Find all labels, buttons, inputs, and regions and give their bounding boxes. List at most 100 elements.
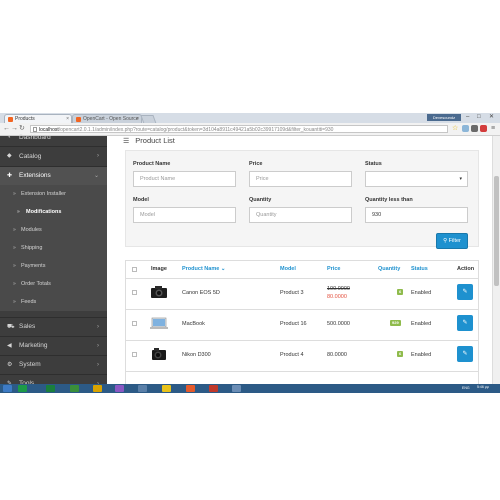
- maximize-icon[interactable]: □: [477, 113, 481, 122]
- filter-button[interactable]: ⚲ Filter: [436, 233, 468, 249]
- sidebar-subitem-label: Modifications: [26, 209, 62, 215]
- language-indicator[interactable]: ENG: [462, 386, 470, 391]
- app-icon[interactable]: [70, 385, 79, 392]
- folder-icon[interactable]: [93, 385, 102, 392]
- price-input[interactable]: Price: [249, 171, 352, 187]
- product-price: 500.0000: [327, 321, 350, 327]
- column-header-label: Product Name: [182, 266, 220, 272]
- quantity-less-input[interactable]: 930: [365, 207, 468, 223]
- screen: Products × OpenCart - Open Source × Deve…: [0, 113, 500, 384]
- sidebar-subitem-label: Shipping: [21, 245, 43, 251]
- app-icon[interactable]: [232, 385, 241, 392]
- sidebar-item-label: Sales: [19, 323, 36, 330]
- edit-button[interactable]: ✎: [457, 346, 473, 362]
- bullet-icon: »: [13, 263, 16, 269]
- column-header-status[interactable]: Status: [411, 261, 428, 278]
- gear-icon: ⚙: [7, 362, 13, 368]
- edit-button[interactable]: ✎: [457, 315, 473, 331]
- sidebar-subitem-extension-installer[interactable]: » Extension Installer: [0, 185, 107, 203]
- sidebar-item-tools[interactable]: ✎ Tools ›: [0, 375, 107, 384]
- edit-button[interactable]: ✎: [457, 284, 473, 300]
- browser-tab-opencart[interactable]: OpenCart - Open Source ×: [72, 114, 142, 123]
- sidebar-item-sales[interactable]: ⛟ Sales ›: [0, 318, 107, 336]
- browser-tab-products[interactable]: Products ×: [4, 114, 72, 123]
- model-input[interactable]: Model: [133, 207, 236, 223]
- select-all-checkbox[interactable]: [132, 267, 137, 272]
- app-icon[interactable]: [115, 385, 124, 392]
- bullet-icon: »: [17, 209, 20, 215]
- star-icon[interactable]: ☆: [452, 124, 458, 134]
- wrench-icon: ✎: [7, 381, 13, 384]
- sidebar-subitem-feeds[interactable]: » Feeds: [0, 293, 107, 311]
- opencart-favicon-icon: [76, 117, 81, 122]
- column-header-quantity[interactable]: Quantity: [378, 261, 400, 278]
- extension-icon[interactable]: [462, 125, 469, 132]
- column-header-image: Image: [151, 266, 167, 272]
- scrollbar-thumb[interactable]: [494, 176, 499, 286]
- price-label: Price: [249, 161, 263, 167]
- panel-heading: ☰ Product List: [123, 136, 175, 145]
- column-header-product-name[interactable]: Product Name ⌄: [182, 261, 225, 278]
- chrome-icon[interactable]: [162, 385, 171, 392]
- sidebar-subitem-modules[interactable]: » Modules: [0, 221, 107, 239]
- row-checkbox[interactable]: [132, 352, 137, 357]
- close-window-icon[interactable]: ✕: [489, 113, 494, 122]
- app-icon[interactable]: [138, 385, 147, 392]
- column-header-model[interactable]: Model: [280, 261, 296, 278]
- bullet-icon: »: [13, 191, 16, 197]
- sidebar-item-extensions[interactable]: ✚ Extensions ⌄: [0, 167, 107, 185]
- close-tab-icon[interactable]: ×: [66, 115, 69, 123]
- sidebar-item-system[interactable]: ⚙ System ›: [0, 356, 107, 374]
- minimize-icon[interactable]: –: [466, 113, 469, 122]
- list-icon: ☰: [123, 138, 130, 145]
- app-icon[interactable]: [186, 385, 195, 392]
- product-name: Nikon D300: [182, 352, 211, 358]
- pencil-icon: ✎: [462, 320, 468, 326]
- extension-icon[interactable]: [471, 125, 478, 132]
- sidebar-subitem-order-totals[interactable]: » Order Totals: [0, 275, 107, 293]
- vertical-scrollbar[interactable]: [492, 136, 500, 384]
- start-icon[interactable]: [3, 385, 12, 392]
- bullet-icon: »: [13, 281, 16, 287]
- app-icon[interactable]: [18, 385, 27, 392]
- chevron-down-icon: ⌄: [93, 173, 99, 179]
- product-price: 100.0000: [327, 286, 350, 292]
- app-icon[interactable]: [46, 385, 55, 392]
- app-icon[interactable]: [209, 385, 218, 392]
- tab-label: OpenCart - Open Source: [83, 116, 139, 122]
- sidebar-item-label: Catalog: [19, 153, 42, 160]
- chevron-right-icon: ›: [97, 381, 99, 384]
- quantity-label: Quantity: [249, 197, 272, 203]
- page-title: Product List: [135, 136, 175, 145]
- sidebar-subitem-label: Payments: [21, 263, 46, 269]
- close-tab-icon[interactable]: ×: [136, 115, 139, 123]
- browser-tab-bar: Products × OpenCart - Open Source × Deve…: [0, 113, 500, 124]
- row-checkbox[interactable]: [132, 290, 137, 295]
- opencart-favicon-icon: [8, 117, 13, 122]
- sidebar-subitem-label: Order Totals: [21, 281, 51, 287]
- product-name: MacBook: [182, 321, 205, 327]
- quantity-less-label: Quantity less than: [365, 197, 413, 203]
- sidebar-item-dashboard[interactable]: ◔ Dashboard: [0, 131, 107, 145]
- sidebar-subitem-modifications[interactable]: » Modifications: [0, 203, 107, 221]
- status-select[interactable]: ▾: [365, 171, 468, 187]
- divider: [126, 309, 478, 310]
- clock[interactable]: 5:46 μμ: [477, 385, 489, 390]
- product-model: Product 3: [280, 290, 304, 296]
- status-label: Status: [365, 161, 382, 167]
- extension-icon[interactable]: [480, 125, 487, 132]
- menu-icon[interactable]: ≡: [491, 124, 495, 134]
- column-header-price[interactable]: Price: [327, 261, 340, 278]
- product-name-input[interactable]: Product Name: [133, 171, 236, 187]
- sidebar-item-marketing[interactable]: ◀ Marketing ›: [0, 337, 107, 355]
- sidebar-subitem-shipping[interactable]: » Shipping: [0, 239, 107, 257]
- sidebar-subitem-payments[interactable]: » Payments: [0, 257, 107, 275]
- row-checkbox[interactable]: [132, 321, 137, 326]
- product-name: Canon EOS 5D: [182, 290, 220, 296]
- divider: [126, 371, 478, 372]
- quantity-input[interactable]: Quantity: [249, 207, 352, 223]
- sidebar-item-catalog[interactable]: ◆ Catalog ›: [0, 147, 107, 166]
- divider: [126, 340, 478, 341]
- product-model: Product 16: [280, 321, 307, 327]
- tab-label: Products: [15, 116, 35, 122]
